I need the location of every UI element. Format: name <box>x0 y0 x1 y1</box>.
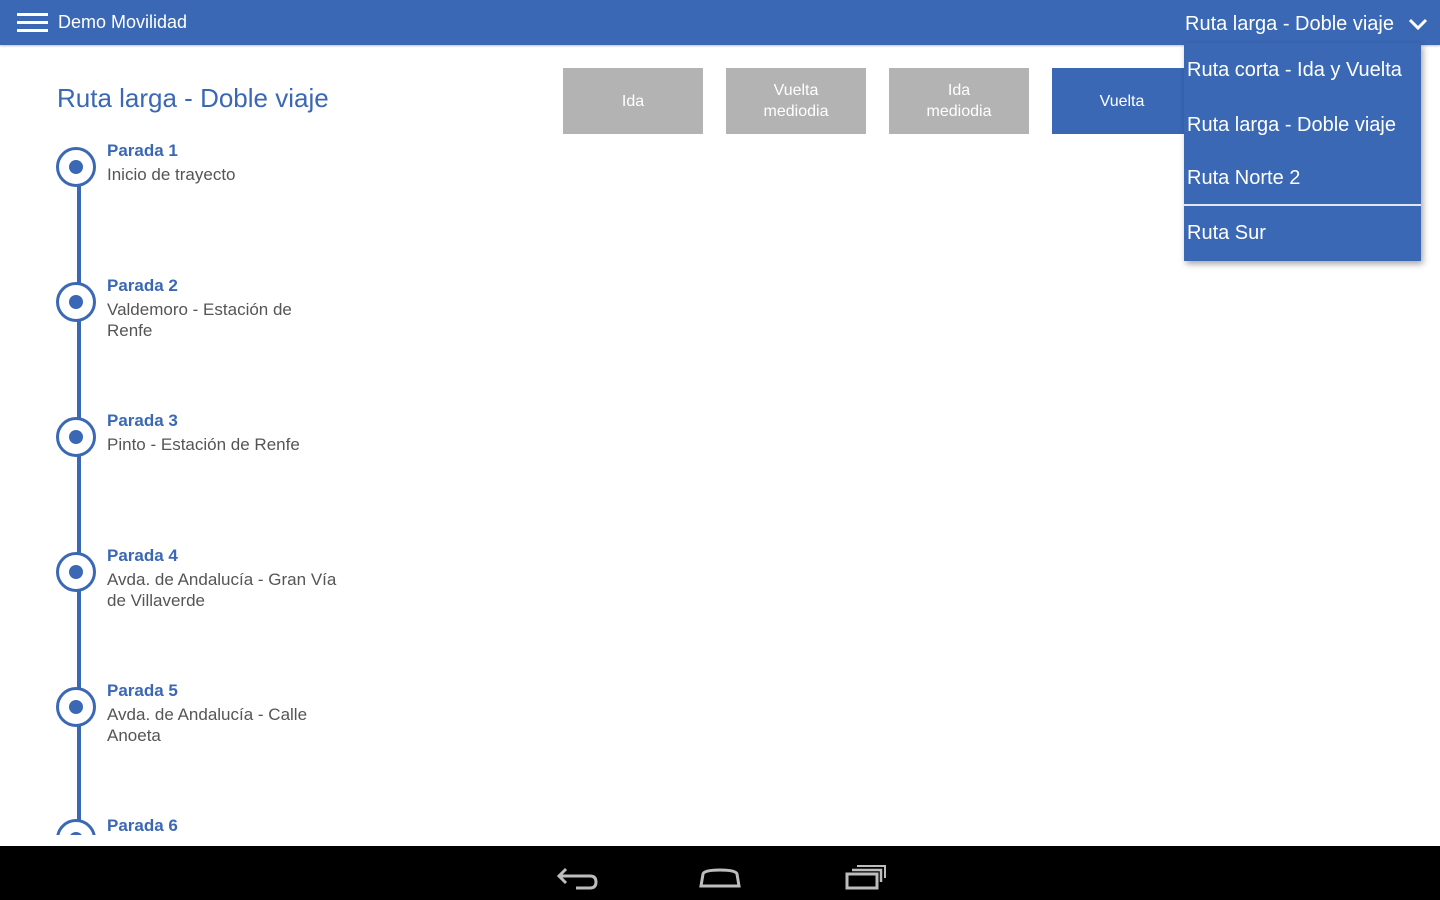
back-icon[interactable] <box>546 856 606 892</box>
chevron-down-icon <box>1408 18 1428 31</box>
stop-marker-icon <box>56 147 96 187</box>
route-dropdown-menu: Ruta corta - Ida y Vuelta Ruta larga - D… <box>1184 43 1421 261</box>
dropdown-item-ruta-norte-2[interactable]: Ruta Norte 2 <box>1184 151 1421 206</box>
stop-marker-icon <box>56 819 96 835</box>
stop-name: Parada 3 <box>107 411 178 430</box>
stop-description: Avda. de Andalucía - Calle Anoeta <box>107 705 308 745</box>
stop-marker-icon <box>56 687 96 727</box>
route-selector[interactable]: Ruta larga - Doble viaje <box>1185 10 1428 38</box>
stop-description: Avda. de Andalucía - Gran Vía de Villave… <box>107 570 337 610</box>
timeline-line <box>77 168 81 835</box>
route-selector-label: Ruta larga - Doble viaje <box>1185 12 1394 35</box>
tab-vuelta[interactable]: Vuelta <box>1052 68 1192 134</box>
stop-name: Parada 5 <box>107 681 178 700</box>
stop-name: Parada 1 <box>107 141 178 160</box>
dropdown-item-ruta-corta[interactable]: Ruta corta - Ida y Vuelta <box>1184 43 1421 98</box>
tab-ida-mediodia[interactable]: Ida mediodia <box>889 68 1029 134</box>
stop-description: Pinto - Estación de Renfe <box>107 435 300 454</box>
stop-description: Valdemoro - Estación de Renfe <box>107 300 292 340</box>
tab-label: Ida <box>621 92 645 110</box>
tab-ida[interactable]: Ida <box>563 68 703 134</box>
stop-marker-icon <box>56 552 96 592</box>
dropdown-item-ruta-sur[interactable]: Ruta Sur <box>1184 206 1421 261</box>
top-app-bar: Demo Movilidad Ruta larga - Doble viaje <box>0 0 1440 45</box>
stop-marker-icon <box>56 282 96 322</box>
stop-name: Parada 6 <box>107 816 178 835</box>
recent-apps-icon[interactable] <box>836 856 896 892</box>
system-navigation-bar <box>0 846 1440 900</box>
app-title: Demo Movilidad <box>58 12 188 32</box>
stop-marker-icon <box>56 417 96 457</box>
tab-label: Ida mediodia <box>926 82 992 120</box>
home-icon[interactable] <box>690 856 750 892</box>
stop-name: Parada 4 <box>107 546 178 565</box>
stop-description: Inicio de trayecto <box>107 165 236 184</box>
dropdown-item-ruta-larga[interactable]: Ruta larga - Doble viaje <box>1184 98 1421 153</box>
stops-list: Parada 1 Inicio de trayecto Parada 2 Val… <box>0 45 560 835</box>
app-root: Demo Movilidad Ruta larga - Doble viaje … <box>0 0 1440 900</box>
tab-label: Vuelta mediodia <box>763 82 829 120</box>
hamburger-menu-icon[interactable] <box>17 13 48 32</box>
tab-label: Vuelta <box>1099 92 1145 110</box>
stop-name: Parada 2 <box>107 276 178 295</box>
tab-vuelta-mediodia[interactable]: Vuelta mediodia <box>726 68 866 134</box>
